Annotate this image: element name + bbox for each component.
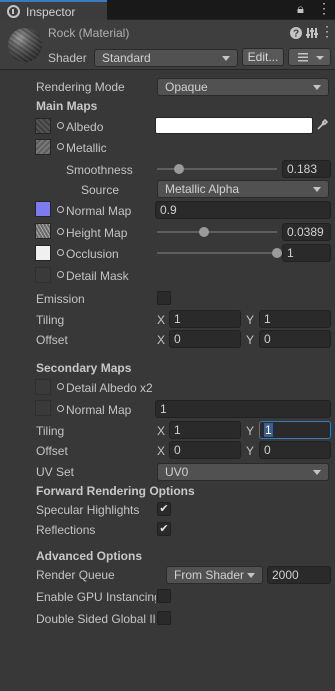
help-icon[interactable]: ? [289, 26, 303, 40]
detail-albedo-object-picker-icon[interactable] [57, 383, 64, 390]
main-offset-x-field[interactable]: 0 [169, 330, 241, 348]
main-tiling-x-field[interactable]: 1 [169, 310, 241, 328]
detail-albedo-label: Detail Albedo x2 [66, 381, 153, 395]
eyedropper-icon[interactable] [316, 119, 328, 131]
secondary-offset-y-field[interactable]: 0 [259, 441, 331, 459]
lock-icon[interactable]: 🔒︎ [297, 1, 304, 17]
tab-bar: Inspector 🔒︎ ⋮ [0, 0, 335, 20]
secondary-offset-x-field[interactable]: 0 [169, 441, 241, 459]
render-queue-label: Render Queue [36, 568, 115, 582]
list-icon [297, 53, 324, 62]
context-menu-icon[interactable]: ⋮ [320, 23, 334, 40]
reflections-checkbox[interactable]: ✔ [157, 522, 171, 536]
metallic-label: Metallic [66, 141, 107, 155]
height-map-object-picker-icon[interactable] [57, 228, 64, 235]
gpu-instancing-checkbox[interactable] [157, 589, 171, 603]
main-offset-y-field[interactable]: 0 [259, 330, 331, 348]
occlusion-slider-track[interactable] [157, 252, 277, 254]
rendering-mode-dropdown[interactable]: Opaque [157, 78, 329, 96]
normal-map-scale-field[interactable]: 0.9 [155, 201, 331, 219]
secondary-tiling-y-field[interactable]: 1 [259, 421, 331, 439]
occlusion-value-field[interactable]: 1 [282, 244, 331, 262]
render-queue-value-field[interactable]: 2000 [267, 566, 331, 584]
detail-normal-map-label: Normal Map [66, 403, 132, 417]
smoothness-slider-handle[interactable] [173, 164, 184, 174]
metallic-texture-slot[interactable] [35, 139, 51, 155]
metallic-object-picker-icon[interactable] [57, 143, 64, 150]
smoothness-source-dropdown[interactable]: Metallic Alpha [157, 180, 329, 198]
main-offset-x-label: X [157, 333, 166, 347]
shader-dropdown[interactable]: Standard [94, 49, 238, 67]
material-header: Rock (Material) Shader Standard Edit... … [0, 20, 335, 70]
albedo-texture-slot[interactable] [35, 118, 51, 134]
albedo-color-field[interactable] [155, 117, 313, 134]
double-sided-gi-checkbox[interactable] [157, 611, 171, 625]
secondary-offset-y-label: Y [246, 444, 255, 458]
main-offset-y-label: Y [246, 333, 255, 347]
emission-label: Emission [36, 292, 85, 306]
albedo-label: Albedo [66, 120, 104, 134]
height-map-slider-track[interactable] [157, 231, 277, 233]
secondary-tiling-y-selected-text: 1 [264, 423, 273, 437]
main-maps-heading: Main Maps [36, 99, 98, 113]
detail-mask-label: Detail Mask [66, 269, 129, 283]
secondary-tiling-label: Tiling [36, 424, 65, 438]
smoothness-value-field[interactable]: 0.183 [282, 160, 331, 178]
specular-highlights-label: Specular Highlights [36, 503, 140, 517]
edit-shader-button[interactable]: Edit... [242, 48, 284, 66]
secondary-tiling-x-label: X [157, 424, 166, 438]
occlusion-texture-slot[interactable] [35, 245, 51, 261]
height-map-slider-handle[interactable] [198, 227, 209, 237]
height-map-value-field[interactable]: 0.0389 [282, 223, 331, 241]
render-queue-mode-dropdown[interactable]: From Shader [166, 566, 263, 584]
uv-set-dropdown[interactable]: UV0 [157, 463, 329, 481]
material-preview-sphere [8, 28, 42, 62]
main-tiling-label: Tiling [36, 313, 65, 327]
tab-inspector-label: Inspector [26, 5, 76, 19]
occlusion-object-picker-icon[interactable] [57, 249, 64, 256]
rendering-mode-label: Rendering Mode [36, 80, 125, 94]
detail-mask-texture-slot[interactable] [35, 267, 51, 283]
main-tiling-y-field[interactable]: 1 [259, 310, 331, 328]
occlusion-slider-handle[interactable] [272, 248, 282, 258]
normal-map-label: Normal Map [66, 204, 132, 218]
advanced-options-heading: Advanced Options [36, 549, 143, 563]
info-icon [7, 5, 20, 18]
more-options-icon[interactable]: ⋮ [317, 0, 331, 17]
height-map-texture-slot[interactable] [35, 223, 51, 239]
shader-options-button[interactable] [288, 48, 331, 66]
emission-checkbox[interactable] [157, 291, 171, 305]
detail-normal-map-texture-slot[interactable] [35, 400, 51, 416]
normal-map-object-picker-icon[interactable] [57, 206, 64, 213]
main-tiling-y-label: Y [246, 313, 255, 327]
albedo-object-picker-icon[interactable] [57, 122, 64, 129]
detail-normal-map-scale-field[interactable]: 1 [155, 400, 331, 418]
secondary-offset-label: Offset [36, 444, 68, 458]
forward-rendering-heading: Forward Rendering Options [36, 484, 195, 498]
secondary-tiling-x-field[interactable]: 1 [169, 421, 241, 439]
secondary-maps-heading: Secondary Maps [36, 361, 132, 375]
uv-set-label: UV Set [36, 465, 75, 479]
shader-label: Shader [48, 51, 87, 65]
detail-mask-object-picker-icon[interactable] [57, 271, 64, 278]
height-map-label: Height Map [66, 226, 128, 240]
occlusion-label: Occlusion [66, 247, 119, 261]
source-label: Source [81, 183, 120, 197]
svg-text:?: ? [293, 29, 299, 40]
secondary-offset-x-label: X [157, 444, 166, 458]
tab-inspector[interactable]: Inspector [0, 0, 107, 20]
secondary-tiling-y-label: Y [246, 424, 255, 438]
reflections-label: Reflections [36, 523, 96, 537]
gpu-instancing-label: Enable GPU Instancing [36, 590, 156, 604]
detail-normal-map-object-picker-icon[interactable] [57, 405, 64, 412]
specular-highlights-checkbox[interactable]: ✔ [157, 502, 171, 516]
normal-map-texture-slot[interactable] [35, 201, 51, 217]
material-name: Rock (Material) [48, 26, 130, 40]
double-sided-gi-label: Double Sided Global Illumination [36, 612, 156, 626]
main-tiling-x-label: X [157, 313, 166, 327]
presets-icon[interactable] [306, 26, 318, 40]
smoothness-label: Smoothness [66, 163, 133, 177]
main-offset-label: Offset [36, 333, 68, 347]
detail-albedo-texture-slot[interactable] [35, 379, 51, 395]
